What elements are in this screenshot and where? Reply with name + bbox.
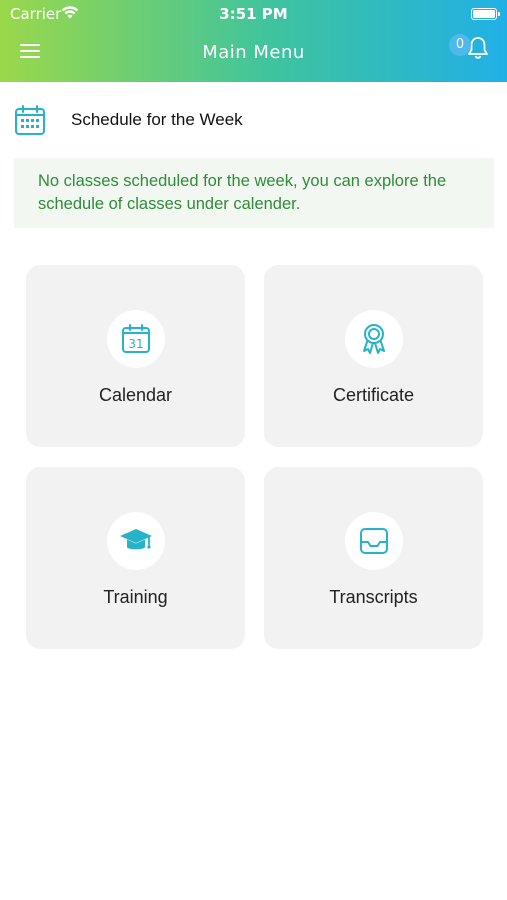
calendar-day-number: 31 bbox=[128, 337, 143, 351]
status-time: 3:51 PM bbox=[219, 5, 288, 23]
battery-icon bbox=[471, 8, 500, 20]
calendar-icon: 31 bbox=[121, 324, 150, 353]
schedule-header: Schedule for the Week bbox=[0, 100, 507, 144]
tile-label: Calendar bbox=[98, 385, 173, 405]
certificate-icon bbox=[362, 324, 385, 354]
tile-label: Transcripts bbox=[329, 587, 418, 607]
tile-icon-circle: 31 bbox=[106, 310, 165, 368]
calendar-tile[interactable]: 31 Calendar bbox=[26, 265, 245, 447]
tile-icon-circle bbox=[344, 512, 403, 570]
graduation-cap-icon bbox=[119, 529, 152, 550]
calendar-icon bbox=[15, 105, 45, 135]
notification-badge: 0 bbox=[449, 34, 471, 56]
inbox-tray-icon bbox=[359, 528, 388, 554]
tile-icon-circle bbox=[106, 512, 165, 570]
notifications-button[interactable]: 0 bbox=[449, 34, 489, 66]
schedule-title: Schedule for the Week bbox=[71, 110, 243, 129]
tile-label: Training bbox=[103, 587, 168, 607]
certificate-tile[interactable]: Certificate bbox=[264, 265, 483, 447]
status-bar: Carrier 3:51 PM bbox=[0, 0, 507, 28]
transcripts-tile[interactable]: Transcripts bbox=[264, 467, 483, 649]
training-tile[interactable]: Training bbox=[26, 467, 245, 649]
page-title: Main Menu bbox=[202, 42, 305, 63]
no-classes-notice: No classes scheduled for the week, you c… bbox=[14, 158, 494, 228]
battery-level bbox=[473, 10, 495, 18]
tile-icon-circle bbox=[344, 310, 403, 368]
app-header: Carrier 3:51 PM Main Menu 0 bbox=[0, 0, 507, 82]
tile-label: Certificate bbox=[332, 385, 415, 405]
